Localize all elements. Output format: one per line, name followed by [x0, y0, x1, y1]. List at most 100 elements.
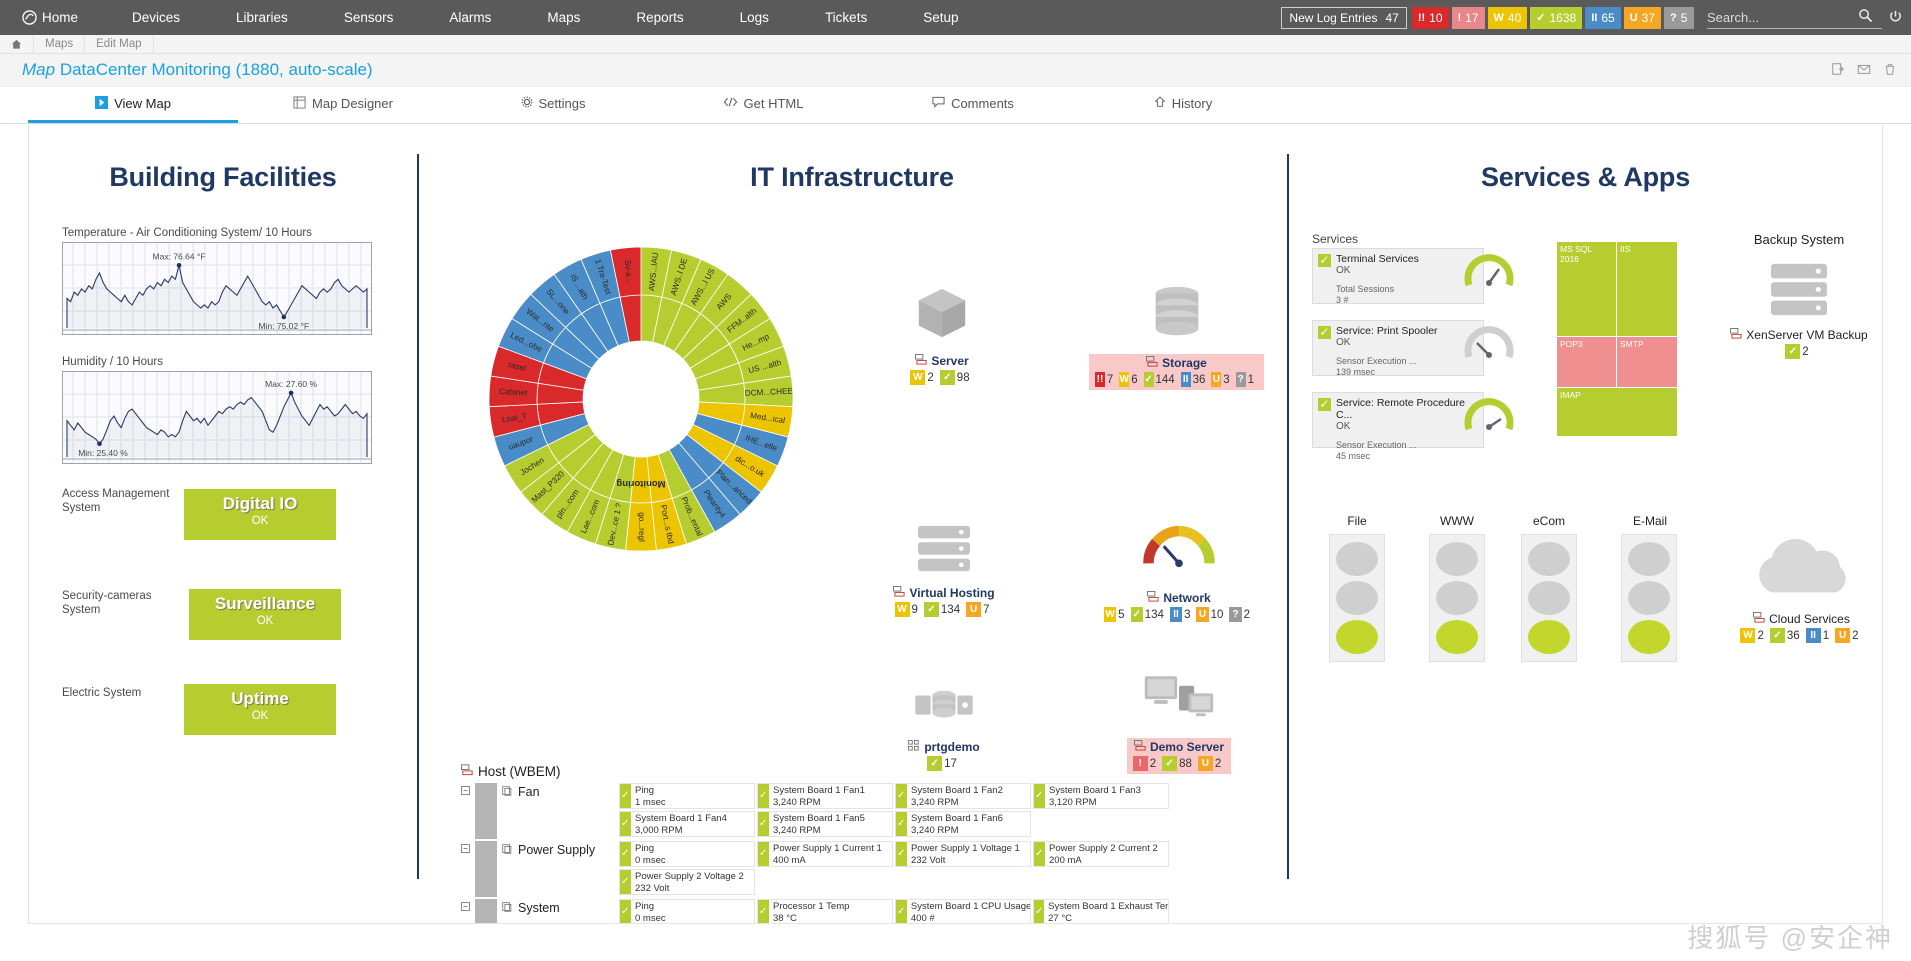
sensor-text: System Board 1 Fan3 3,120 RPM: [1045, 784, 1141, 808]
wbem-sensor[interactable]: System Board 1 Fan23,240 RPM: [895, 783, 1031, 809]
cloud-services-node[interactable]: Cloud Services W 2 ✓ 36 II 1 U 2: [1719, 532, 1882, 643]
tab-label: History: [1171, 96, 1213, 111]
sensor-value: 0 msec: [635, 912, 666, 924]
treemap-cell-mssql[interactable]: MS SQL 2016: [1557, 242, 1616, 336]
export-icon[interactable]: [1831, 62, 1845, 79]
status-badge-count: 40: [1507, 10, 1522, 25]
wbem-sensor[interactable]: Ping0 msec: [619, 899, 755, 924]
sunburst-chart[interactable]: AWS...IAU AWS..l DE AWS...l US AWS FFM..alth…: [471, 229, 811, 569]
tab-view-map[interactable]: View Map: [28, 87, 238, 123]
status-badge-warning[interactable]: W 40: [1487, 6, 1528, 29]
wbem-expand-toggle[interactable]: −: [461, 783, 475, 839]
tab-history[interactable]: History: [1078, 87, 1288, 123]
wbem-sensor[interactable]: System Board 1 CPU Usage400 #: [895, 899, 1031, 923]
device-stats-server: W 2 ✓ 98: [872, 370, 1012, 385]
status-badge-paused[interactable]: II 65: [1585, 6, 1621, 29]
treemap-cell-pop3[interactable]: POP3: [1557, 337, 1616, 387]
traffic-lamp-off: [1336, 542, 1378, 577]
sensor-name: System Board 1 Fan6: [911, 813, 1003, 824]
facility-tile-uptime[interactable]: Uptime OK: [184, 684, 336, 735]
wbem-sensor[interactable]: System Board 1 Fan63,240 RPM: [895, 811, 1031, 837]
search-input[interactable]: [1707, 9, 1852, 25]
treemap-cell-iis[interactable]: IIS: [1617, 242, 1677, 336]
breadcrumb-item-edit-map[interactable]: Edit Map: [85, 34, 154, 54]
wbem-sensor[interactable]: System Board 1 Exhaust Temp27 °C: [1033, 899, 1169, 924]
device-node-storage[interactable]: Storage !! 7 W 6 ✓ 144 II 36 U 3? 1: [1089, 282, 1264, 390]
service-card-print-spooler[interactable]: Service: Print Spooler OK Sensor Executi…: [1312, 320, 1484, 377]
wbem-sensor[interactable]: Power Supply 2 Voltage 2232 Volt: [619, 869, 755, 895]
wbem-sensor[interactable]: Processor 1 Temp38 °C: [757, 899, 893, 923]
graph-humidity-svg: Max: 27.60 % Min: 25.40 %: [63, 372, 371, 463]
status-badge-unusual[interactable]: U 37: [1623, 6, 1661, 29]
traffic-light-www[interactable]: [1429, 534, 1485, 662]
tab-get-html[interactable]: Get HTML: [658, 87, 868, 123]
status-badge-unknown[interactable]: ? 5: [1664, 6, 1694, 29]
sensor-value: 1 msec: [635, 796, 666, 808]
search-icon[interactable]: [1858, 8, 1873, 26]
wbem-host-table: Host (WBEM) −FanPing1 msecSystem Board 1…: [461, 764, 1271, 924]
nav-item-logs[interactable]: Logs: [712, 0, 797, 35]
nav-item-tickets[interactable]: Tickets: [797, 0, 895, 35]
search-box[interactable]: [1707, 7, 1882, 29]
nav-item-home[interactable]: Home: [0, 0, 104, 35]
breadcrumb-home-icon[interactable]: [0, 34, 34, 54]
status-chip: W: [1119, 372, 1130, 387]
backup-device-node[interactable]: XenServer VM Backup ✓ 2: [1719, 262, 1879, 359]
sensor-value: 3,240 RPM: [911, 796, 959, 808]
mail-icon[interactable]: [1857, 62, 1871, 79]
nav-item-devices[interactable]: Devices: [104, 0, 208, 35]
device-node-network[interactable]: Network W 5 ✓ 134 II 3 U 10? 2: [1104, 519, 1254, 622]
service-metric-label: Total Sessions: [1336, 284, 1395, 294]
nav-item-alarms[interactable]: Alarms: [421, 0, 519, 35]
wbem-expand-toggle[interactable]: −: [461, 899, 475, 923]
nav-item-sensors[interactable]: Sensors: [316, 0, 422, 35]
service-card-remote-procedure-call[interactable]: Service: Remote Procedure C... OK Sensor…: [1312, 392, 1484, 461]
wbem-sensor[interactable]: System Board 1 Fan53,240 RPM: [757, 811, 893, 837]
sunburst-svg: AWS...IAU AWS..l DE AWS...l USAWSFFM..alth…: [488, 246, 794, 552]
applications-treemap[interactable]: MS SQL 2016 IIS POP3 SMTP IMAP: [1557, 242, 1677, 436]
wbem-sensor[interactable]: System Board 1 Fan43,000 RPM: [619, 811, 755, 837]
nav-item-reports[interactable]: Reports: [608, 0, 711, 35]
status-badge-down-acknowledged[interactable]: ! 17: [1451, 6, 1485, 29]
power-icon[interactable]: [1888, 9, 1903, 27]
nav-item-libraries[interactable]: Libraries: [208, 0, 316, 35]
wbem-group-rail: [475, 841, 497, 897]
traffic-light-email[interactable]: [1621, 534, 1677, 662]
sensor-value: 27 °C: [1048, 912, 1072, 924]
wbem-expand-toggle[interactable]: −: [461, 841, 475, 897]
new-log-entries-button[interactable]: New Log Entries 47: [1281, 6, 1407, 29]
wbem-sensor[interactable]: System Board 1 Fan33,120 RPM: [1033, 783, 1169, 809]
tab-map-designer[interactable]: Map Designer: [238, 87, 448, 123]
traffic-lamp-off: [1528, 580, 1570, 615]
service-card-terminal-services[interactable]: Terminal Services OK Total Sessions 3 #: [1312, 248, 1484, 305]
sensor-name: System Board 1 Fan3: [1049, 785, 1141, 796]
nav-item-maps[interactable]: Maps: [519, 0, 608, 35]
traffic-light-ecom[interactable]: [1521, 534, 1577, 662]
device-node-demo-server[interactable]: Demo Server ! 2 ✓ 88 U 2: [1104, 672, 1254, 774]
device-node-server[interactable]: Server W 2 ✓ 98: [872, 284, 1012, 385]
wbem-sensor[interactable]: Ping1 msec: [619, 783, 755, 809]
nav-item-setup[interactable]: Setup: [895, 0, 986, 35]
tab-settings[interactable]: Settings: [448, 87, 658, 123]
wbem-sensor[interactable]: Power Supply 1 Voltage 1232 Volt: [895, 841, 1031, 867]
wbem-sensor[interactable]: Power Supply 1 Current 1400 mA: [757, 841, 893, 867]
status-badge-down[interactable]: !! 10: [1411, 6, 1449, 29]
wbem-sensor[interactable]: Power Supply 2 Current 2200 mA: [1033, 841, 1169, 867]
breadcrumb-item-maps[interactable]: Maps: [34, 34, 86, 54]
wbem-sensor[interactable]: Ping0 msec: [619, 841, 755, 867]
wbem-sensor[interactable]: System Board 1 Fan13,240 RPM: [757, 783, 893, 809]
facility-tile-surveillance[interactable]: Surveillance OK: [189, 589, 341, 640]
traffic-light-file[interactable]: [1329, 534, 1385, 662]
workstation-icon: [1144, 676, 1214, 717]
status-badge-up[interactable]: ✓ 1638: [1530, 6, 1583, 29]
trash-icon[interactable]: [1883, 62, 1897, 79]
treemap-cell-imap[interactable]: IMAP: [1557, 388, 1677, 436]
traffic-light-label-email: E-Mail: [1632, 514, 1667, 528]
status-chip: ✓: [1143, 372, 1154, 387]
backup-rack-icon: [1771, 263, 1827, 316]
device-node-virtual-hosting[interactable]: Virtual Hosting W 9 ✓ 134 U 7: [874, 524, 1014, 617]
treemap-cell-smtp[interactable]: SMTP: [1617, 337, 1677, 387]
tab-comments[interactable]: Comments: [868, 87, 1078, 123]
facility-tile-digital-io[interactable]: Digital IO OK: [184, 489, 336, 540]
device-node-prtgdemo[interactable]: prtgdemo ✓ 17: [874, 684, 1014, 771]
